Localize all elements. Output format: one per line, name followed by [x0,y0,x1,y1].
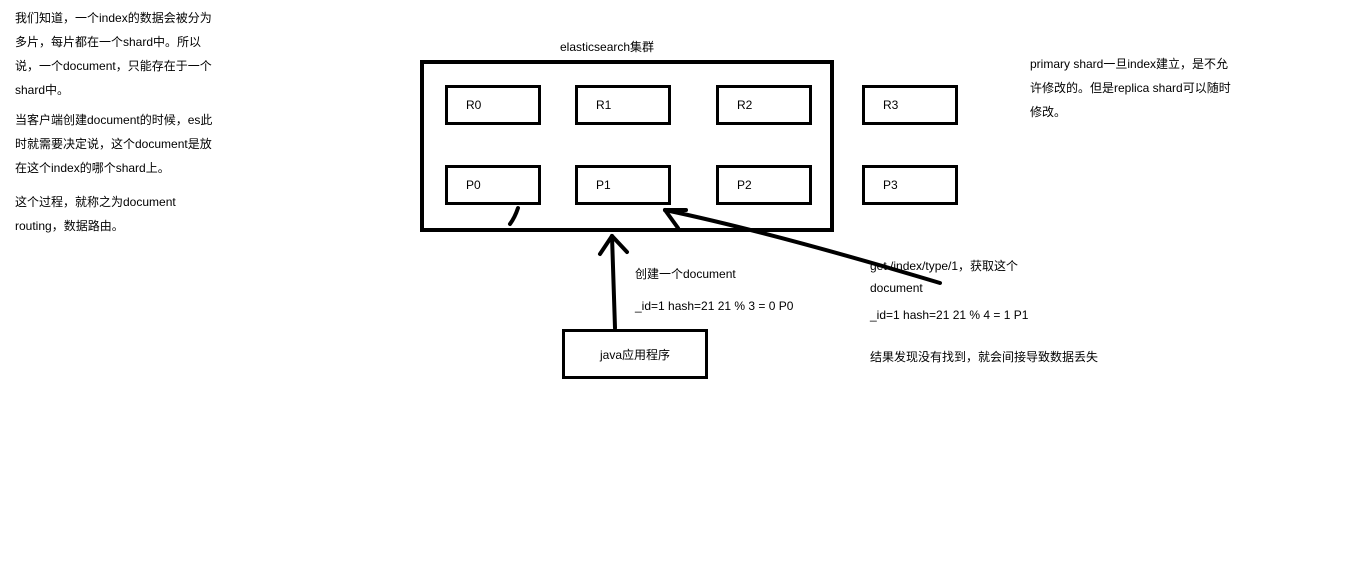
java-app-box: java应用程序 [562,329,708,379]
hash1-label: _id=1 hash=21 21 % 3 = 0 P0 [635,299,793,313]
shard-r0: R0 [445,85,541,125]
left-paragraph-2: 当客户端创建document的时候，es此时就需要决定说，这个document是… [15,108,215,180]
cluster-title: elasticsearch集群 [560,38,654,55]
hash2-label: _id=1 hash=21 21 % 4 = 1 P1 [870,308,1028,322]
create-doc-label: 创建一个document [635,265,736,282]
left-paragraph-1: 我们知道，一个index的数据会被分为多片，每片都在一个shard中。所以说，一… [15,6,215,102]
shard-r2: R2 [716,85,812,125]
shard-r3: R3 [862,85,958,125]
get-doc-label: get /index/type/1，获取这个document [870,256,1040,299]
right-paragraph-1: primary shard一旦index建立，是不允许修改的。但是replica… [1030,52,1235,124]
shard-p0: P0 [445,165,541,205]
shard-p1: P1 [575,165,671,205]
result-label: 结果发现没有找到，就会间接导致数据丢失 [870,348,1098,365]
shard-p3: P3 [862,165,958,205]
left-paragraph-3: 这个过程，就称之为document routing，数据路由。 [15,190,215,238]
shard-p2: P2 [716,165,812,205]
shard-r1: R1 [575,85,671,125]
